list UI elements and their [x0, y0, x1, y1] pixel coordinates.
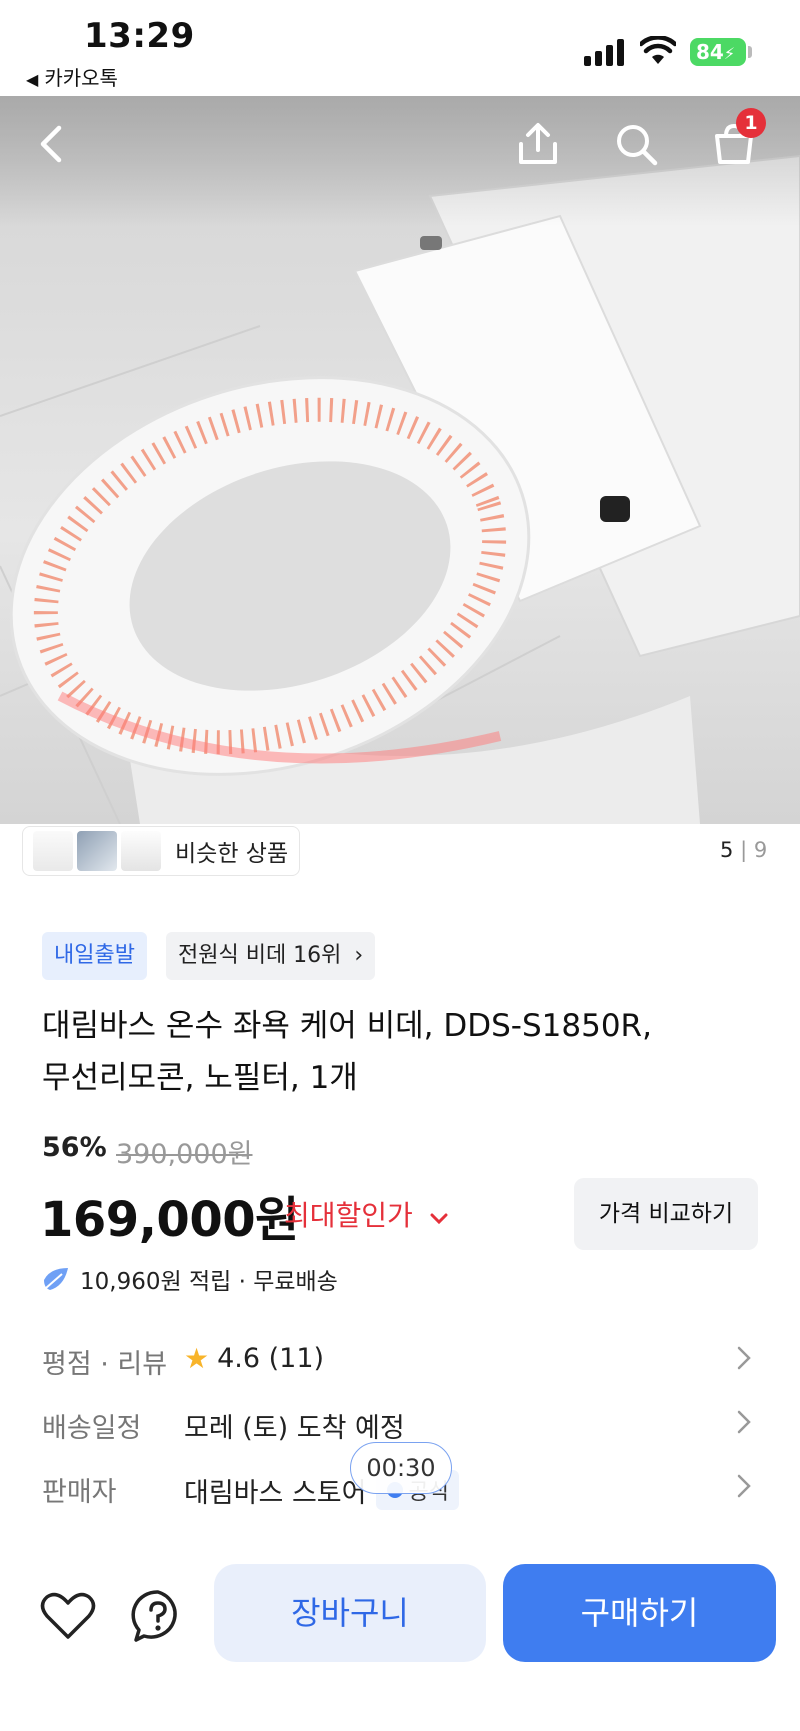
wishlist-button[interactable] [38, 1586, 98, 1646]
original-price: 390,000원 [116, 1139, 253, 1170]
cashback-icon [44, 1268, 68, 1290]
back-app-label: 카카오톡 [44, 66, 118, 90]
chevron-right-icon [737, 1474, 751, 1498]
ranking-tag-label: 전원식 비데 16위 [178, 943, 342, 968]
max-discount-toggle[interactable]: 최대할인가 [284, 1194, 448, 1234]
similar-products-strip[interactable]: 비슷한 상품 [22, 826, 300, 876]
max-discount-label: 최대할인가 [284, 1199, 413, 1232]
status-time: 13:29 [84, 16, 195, 56]
back-button[interactable] [24, 116, 80, 172]
delivery-value: 모레 (토) 도착 예정 [184, 1413, 405, 1444]
cart-icon-button[interactable]: 1 [706, 108, 766, 172]
hero-toolbar: 1 [0, 96, 800, 186]
image-index: 5 [720, 838, 734, 862]
shipping-tag: 내일출발 [42, 932, 147, 980]
bottom-action-bar: 장바구니 구매하기 [0, 1540, 800, 1731]
search-button[interactable] [608, 116, 664, 172]
seller-label: 판매자 [42, 1477, 117, 1508]
image-counter-separator: | [740, 838, 748, 862]
image-total: 9 [753, 838, 768, 862]
battery-indicator: 84⚡ [690, 38, 746, 66]
seller-name: 대림바스 스토어 [184, 1477, 367, 1509]
product-title-line-2: 무선리모콘, 노필터, 1개 [42, 1060, 358, 1096]
cart-count-badge: 1 [736, 108, 766, 138]
similar-thumb-2[interactable] [77, 831, 117, 871]
rating-value-wrap: ★ 4.6 (11) [184, 1342, 324, 1375]
delivery-label: 배송일정 [42, 1413, 142, 1444]
rating-value: 4.6 (11) [217, 1343, 325, 1374]
price-compare-button[interactable]: 가격 비교하기 [574, 1178, 758, 1250]
points-text: 10,960원 적립 · 무료배송 [80, 1269, 338, 1295]
cellular-signal-icon [584, 38, 626, 66]
add-to-cart-button[interactable]: 장바구니 [214, 1564, 486, 1662]
sale-price: 169,000원 [40, 1192, 299, 1248]
question-icon [131, 1590, 177, 1642]
product-title: 대림바스 온수 좌욕 케어 비데, DDS-S1850R, 무선리모콘, 노필터… [42, 1000, 762, 1104]
buy-now-button[interactable]: 구매하기 [503, 1564, 776, 1662]
similar-products-label: 비슷한 상품 [175, 841, 289, 867]
similar-thumb-3[interactable] [121, 831, 161, 871]
battery-tip [748, 46, 752, 58]
similar-thumb-1[interactable] [33, 831, 73, 871]
back-arrow-icon [40, 125, 62, 163]
points-shipping-info: 10,960원 적립 · 무료배송 [42, 1262, 338, 1296]
chevron-right-icon: › [354, 943, 364, 968]
status-bar: 13:29 ◀ 카카오톡 84⚡ [0, 0, 800, 96]
share-button[interactable] [510, 116, 566, 172]
product-title-line-1: 대림바스 온수 좌욕 케어 비데, DDS-S1850R, [42, 1008, 652, 1044]
back-triangle-icon: ◀ [26, 70, 39, 89]
star-icon: ★ [184, 1342, 210, 1375]
back-to-app-link[interactable]: ◀ 카카오톡 [26, 62, 118, 91]
timer-badge: 00:30 [350, 1442, 452, 1494]
ranking-tag[interactable]: 전원식 비데 16위 › [166, 932, 376, 980]
rating-review-row[interactable]: 평점 · 리뷰 ★ 4.6 (11) [0, 1342, 800, 1390]
share-icon [519, 123, 557, 164]
product-image[interactable]: 1 [0, 96, 800, 824]
image-counter: 5 | 9 [720, 838, 767, 862]
discount-rate: 56% [42, 1132, 107, 1163]
battery-level: 84 [696, 40, 724, 64]
product-photo-illustration [0, 96, 800, 824]
search-icon [617, 125, 658, 166]
chevron-right-icon [737, 1346, 751, 1370]
wifi-icon [640, 36, 676, 64]
chevron-down-icon [430, 1213, 448, 1225]
rating-label: 평점 · 리뷰 [42, 1349, 168, 1380]
heart-icon [40, 1592, 96, 1639]
inquiry-button[interactable] [128, 1586, 188, 1646]
chevron-right-icon [737, 1410, 751, 1434]
charging-bolt-icon: ⚡ [723, 44, 736, 63]
